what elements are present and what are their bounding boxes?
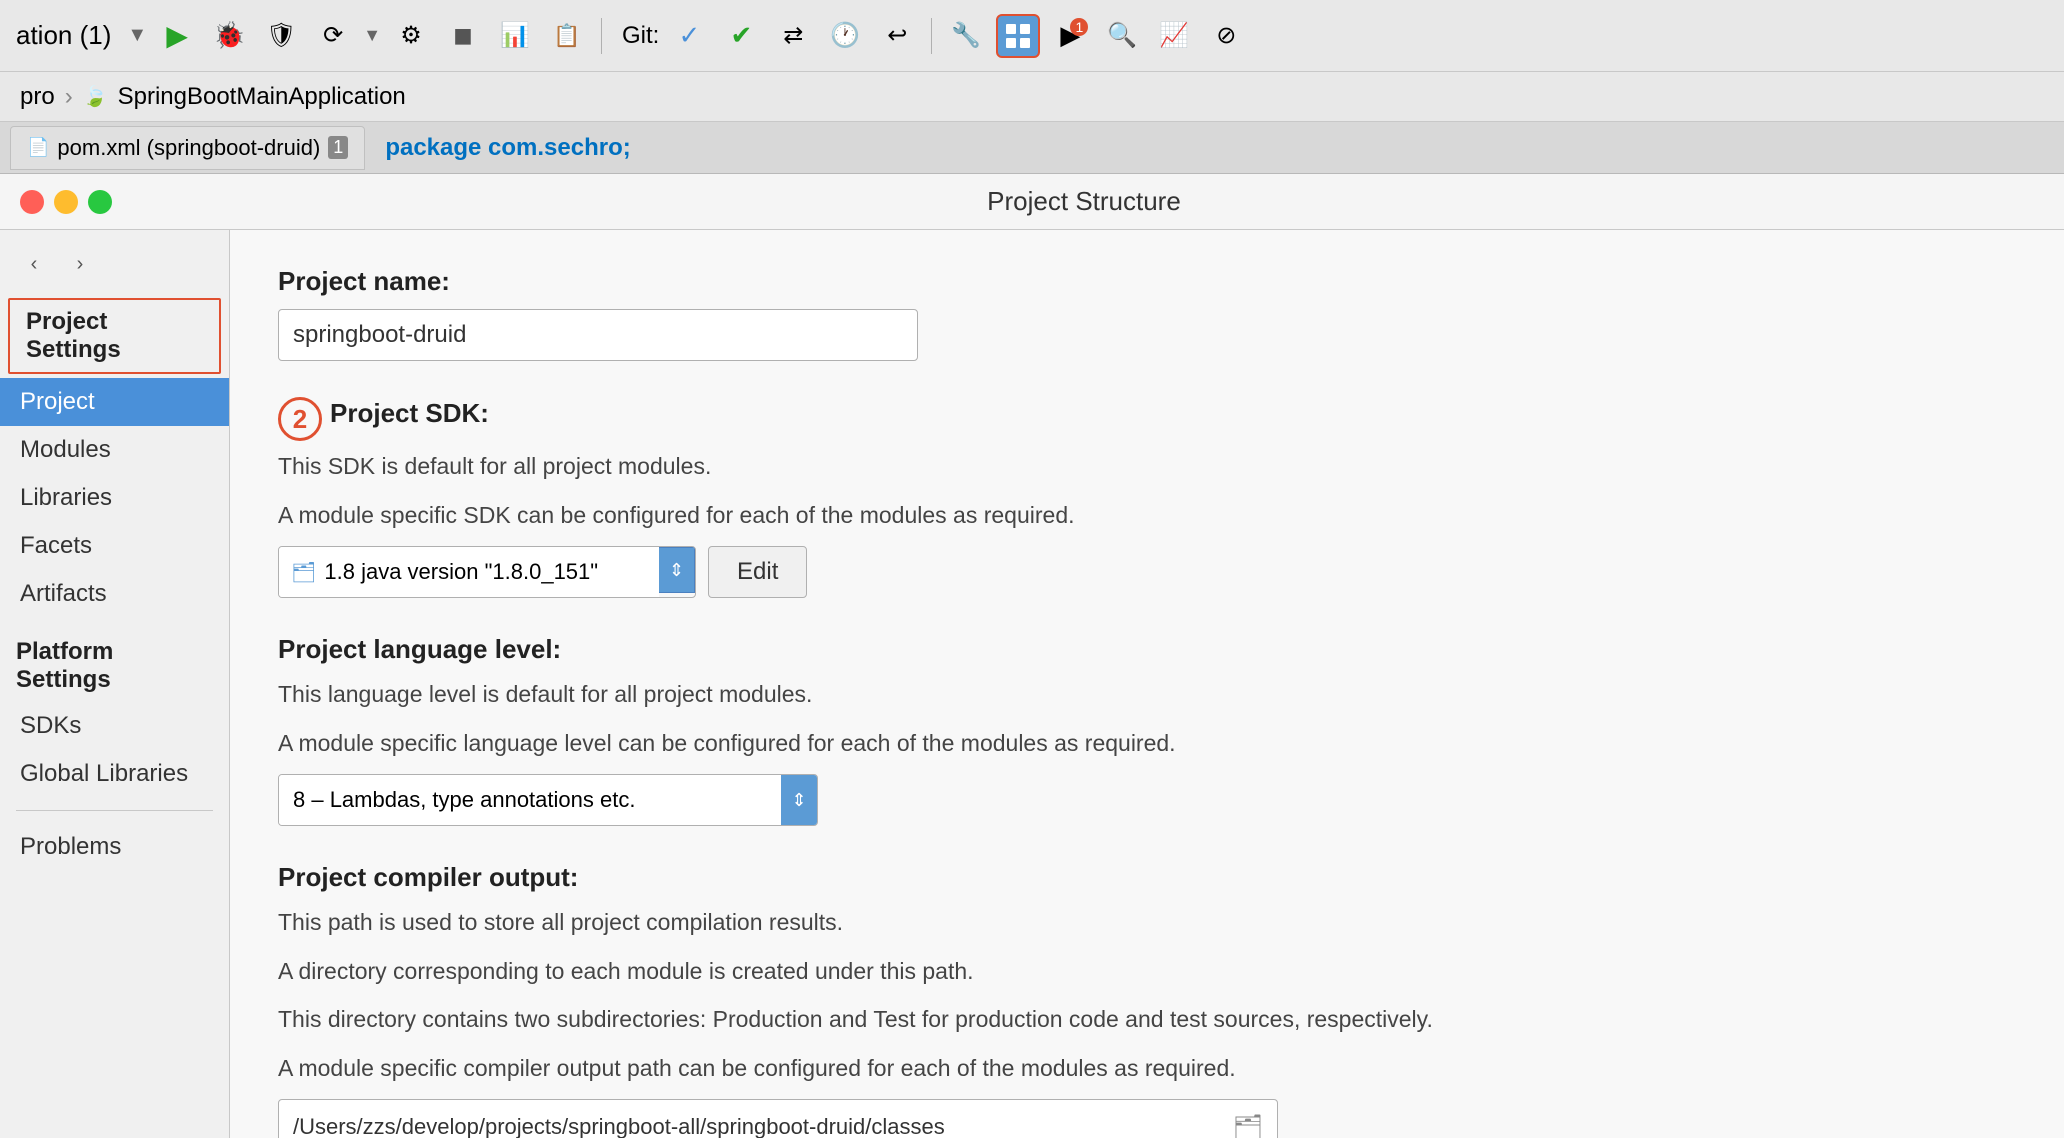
compiler-output-value: /Users/zzs/develop/projects/springboot-a…	[293, 1114, 1223, 1138]
compiler-desc4: A module specific compiler output path c…	[278, 1051, 2016, 1086]
project-settings-label: Project Settings	[8, 298, 221, 374]
project-name-input[interactable]	[278, 309, 918, 361]
code-preview: package com.sechro;	[365, 134, 2054, 162]
profile-button[interactable]: 📊	[493, 14, 537, 58]
sidebar-divider	[16, 810, 213, 811]
lang-value: 8 – Lambdas, type annotations etc.	[293, 787, 635, 813]
project-lang-section: Project language level: This language le…	[278, 634, 2016, 826]
compiler-desc2: A directory corresponding to each module…	[278, 954, 2016, 989]
git-label: Git:	[622, 22, 659, 50]
debug-button[interactable]: 🐞	[207, 14, 251, 58]
monitor-button[interactable]: 📈	[1152, 14, 1196, 58]
separator1	[601, 18, 602, 54]
git-tick-button[interactable]: ✔	[719, 14, 763, 58]
compiler-output-box[interactable]: /Users/zzs/develop/projects/springboot-a…	[278, 1099, 1278, 1138]
sidebar-item-artifacts[interactable]: Artifacts	[0, 570, 229, 618]
sidebar-item-problems[interactable]: Problems	[0, 823, 229, 871]
tab-line-num: 1	[328, 136, 348, 159]
lang-spinner[interactable]: ⇕	[781, 775, 817, 825]
breadcrumb-sep: ›	[65, 83, 73, 111]
compiler-desc3: This directory contains two subdirectori…	[278, 1002, 2016, 1037]
project-name-label: Project name:	[278, 266, 2016, 297]
sdk-header: 2 Project SDK:	[278, 397, 2016, 441]
edit-button[interactable]: Edit	[708, 546, 807, 598]
project-structure-button[interactable]	[996, 14, 1040, 58]
dropdown-arrow[interactable]: ▼	[127, 24, 147, 47]
traffic-lights	[20, 190, 112, 214]
project-name-section: Project name:	[278, 266, 2016, 361]
file-tab[interactable]: 📄 pom.xml (springboot-druid) 1	[10, 126, 365, 170]
lang-desc2: A module specific language level can be …	[278, 726, 2016, 761]
breadcrumb: pro › 🍃 SpringBootMainApplication	[0, 72, 2064, 122]
search-button[interactable]: 🔍	[1100, 14, 1144, 58]
tab-file-name: pom.xml (springboot-druid)	[57, 135, 320, 161]
git-history-button[interactable]: 🕐	[823, 14, 867, 58]
reload-button[interactable]: ⟳	[311, 14, 355, 58]
breadcrumb-pro[interactable]: pro	[20, 83, 55, 111]
sdk-select[interactable]: 🗂 1.8 java version "1.8.0_151"	[279, 547, 659, 597]
build-button[interactable]: ⚙	[389, 14, 433, 58]
back-button[interactable]: ‹	[16, 246, 52, 282]
stop-button[interactable]: ◼	[441, 14, 485, 58]
lang-desc1: This language level is default for all p…	[278, 677, 2016, 712]
sidebar-item-sdks[interactable]: SDKs	[0, 702, 229, 750]
compiler-desc1: This path is used to store all project c…	[278, 905, 2016, 940]
wrench-button[interactable]: 🔧	[944, 14, 988, 58]
sdk-row: 🗂 1.8 java version "1.8.0_151" ⇕ Edit	[278, 546, 2016, 598]
minimize-button[interactable]	[54, 190, 78, 214]
project-sdk-section: 2 Project SDK: This SDK is default for a…	[278, 397, 2016, 598]
window-title: Project Structure	[124, 186, 2044, 217]
window-chrome: Project Structure	[0, 174, 2064, 230]
run-button[interactable]: ▶	[155, 14, 199, 58]
git-undo-button[interactable]: ↩	[875, 14, 919, 58]
tab-bar: 📄 pom.xml (springboot-druid) 1 package c…	[0, 122, 2064, 174]
run-config-button[interactable]: ▶ 1	[1048, 14, 1092, 58]
cancel-button[interactable]: ⊘	[1204, 14, 1248, 58]
lang-select-wrapper: 8 – Lambdas, type annotations etc. ⇕	[278, 774, 818, 826]
tab-file-icon: 📄	[27, 137, 49, 158]
toolbar: ation (1) ▼ ▶ 🐞 🛡 ⟳ ▼ ⚙ ◼ 📊 📋 Git: ✓ ✔ ⇄…	[0, 0, 2064, 72]
content-area: Project name: 2 Project SDK: This SDK is…	[230, 230, 2064, 1138]
git-check-button[interactable]: ✓	[667, 14, 711, 58]
sidebar-item-facets[interactable]: Facets	[0, 522, 229, 570]
maximize-button[interactable]	[88, 190, 112, 214]
sidebar: ‹ › Project Settings Project Modules Lib…	[0, 230, 230, 1138]
app-name: ation (1)	[16, 20, 111, 51]
sidebar-item-modules[interactable]: Modules	[0, 426, 229, 474]
breadcrumb-main[interactable]: SpringBootMainApplication	[118, 83, 406, 111]
separator2	[931, 18, 932, 54]
springboot-icon: 🍃	[83, 84, 108, 109]
sdk-value: 1.8 java version "1.8.0_151"	[324, 559, 598, 585]
annotation-circle-2: 2	[278, 397, 322, 441]
reload-arrow[interactable]: ▼	[363, 25, 381, 46]
sidebar-item-global-libraries[interactable]: Global Libraries	[0, 750, 229, 798]
coverage2-button[interactable]: 📋	[545, 14, 589, 58]
compiler-output-section: Project compiler output: This path is us…	[278, 862, 2016, 1138]
lang-select[interactable]: 8 – Lambdas, type annotations etc.	[279, 775, 781, 825]
sdk-spinner[interactable]: ⇕	[659, 547, 695, 593]
forward-button[interactable]: ›	[62, 246, 98, 282]
project-sdk-label: Project SDK:	[330, 398, 489, 429]
sdk-desc1: This SDK is default for all project modu…	[278, 449, 2016, 484]
git-merge-button[interactable]: ⇄	[771, 14, 815, 58]
main-layout: ‹ › Project Settings Project Modules Lib…	[0, 230, 2064, 1138]
sidebar-nav: ‹ ›	[0, 246, 229, 298]
output-folder-icon: 🗂	[1233, 1113, 1263, 1138]
sdk-desc2: A module specific SDK can be configured …	[278, 498, 2016, 533]
sdk-select-wrapper: 🗂 1.8 java version "1.8.0_151" ⇕	[278, 546, 696, 598]
sidebar-item-project[interactable]: Project	[0, 378, 229, 426]
close-button[interactable]	[20, 190, 44, 214]
coverage-button[interactable]: 🛡	[259, 14, 303, 58]
sidebar-item-libraries[interactable]: Libraries	[0, 474, 229, 522]
sdk-folder-icon: 🗂	[291, 560, 316, 585]
compiler-output-label: Project compiler output:	[278, 862, 2016, 893]
platform-settings-label: Platform Settings	[0, 630, 229, 702]
project-lang-label: Project language level:	[278, 634, 2016, 665]
